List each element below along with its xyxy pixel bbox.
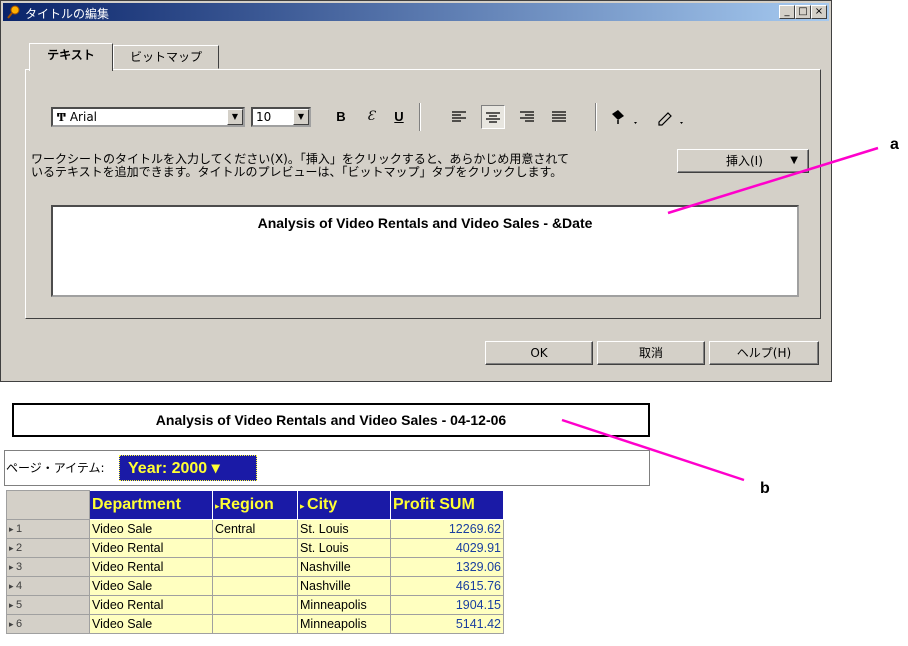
tab-text[interactable]: テキスト [29,43,113,71]
callout-lines [561,146,879,482]
callout-label-b: b [760,480,770,497]
callout-line-b [561,418,745,482]
callout-line-a [667,146,879,215]
tab-text-label: テキスト [47,48,95,62]
callout-label-a: a [890,136,899,153]
